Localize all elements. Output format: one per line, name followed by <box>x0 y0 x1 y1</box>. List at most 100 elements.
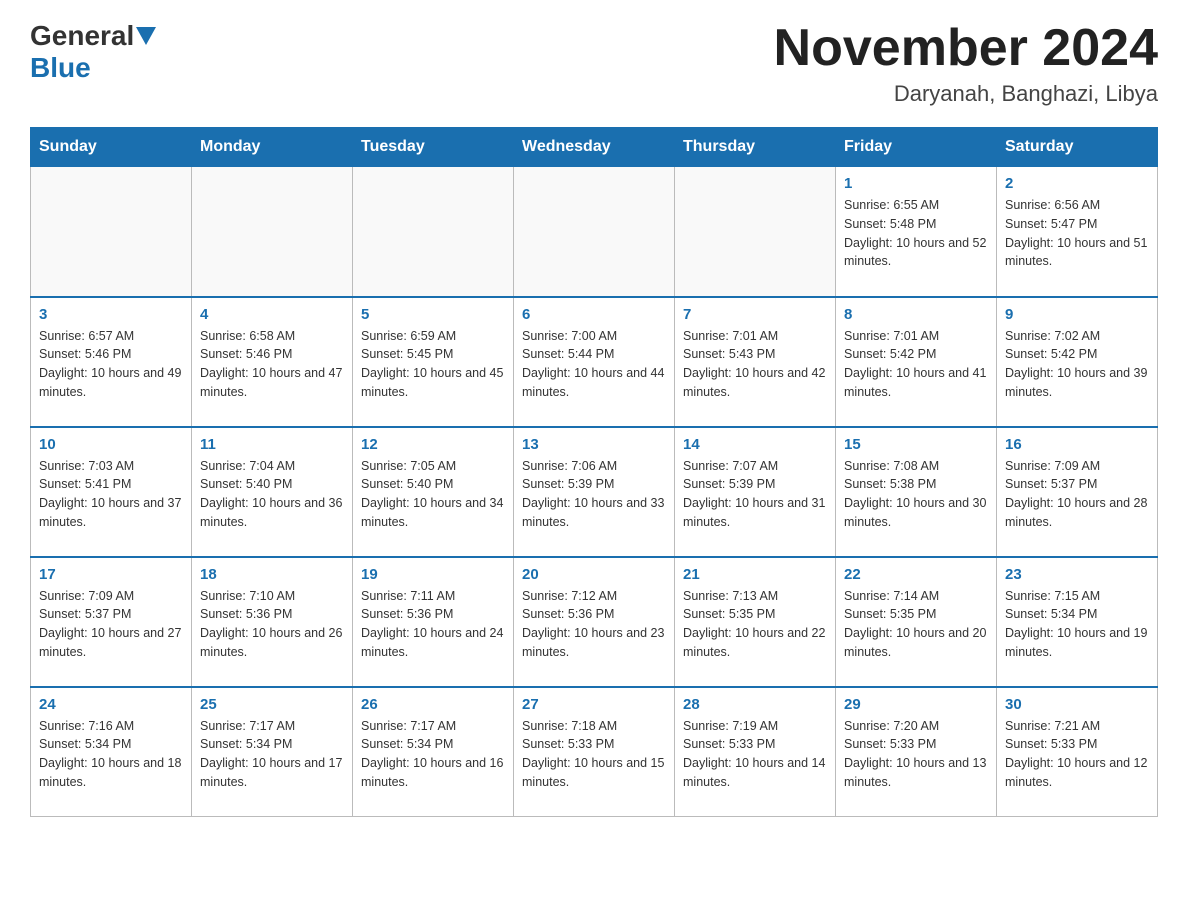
calendar-week-row: 17 Sunrise: 7:09 AMSunset: 5:37 PMDayligh… <box>31 557 1158 687</box>
calendar-cell: 24Sunrise: 7:16 AMSunset: 5:34 PMDayligh… <box>31 687 192 817</box>
calendar-cell: 13 Sunrise: 7:06 AMSunset: 5:39 PMDayligh… <box>514 427 675 557</box>
calendar-cell: 27 Sunrise: 7:18 AMSunset: 5:33 PMDayligh… <box>514 687 675 817</box>
calendar-header-row: SundayMondayTuesdayWednesdayThursdayFrid… <box>31 128 1158 167</box>
day-number: 30 <box>1005 696 1149 713</box>
title-block: November 2024 Daryanah, Banghazi, Libya <box>774 20 1158 107</box>
calendar-cell <box>353 167 514 297</box>
calendar-cell: 25 Sunrise: 7:17 AMSunset: 5:34 PMDayligh… <box>192 687 353 817</box>
day-info: Sunrise: 7:01 AMSunset: 5:43 PMDaylight:… <box>683 327 827 402</box>
day-number: 29 <box>844 696 988 713</box>
day-number: 15 <box>844 436 988 453</box>
calendar-cell: 8Sunrise: 7:01 AMSunset: 5:42 PMDaylight… <box>836 297 997 427</box>
day-number: 19 <box>361 566 505 583</box>
calendar-cell: 30 Sunrise: 7:21 AMSunset: 5:33 PMDayligh… <box>997 687 1158 817</box>
calendar-cell: 4 Sunrise: 6:58 AMSunset: 5:46 PMDaylight… <box>192 297 353 427</box>
day-of-week-sunday: Sunday <box>31 128 192 167</box>
day-info: Sunrise: 7:10 AMSunset: 5:36 PMDaylight:… <box>200 587 344 662</box>
calendar-cell: 12 Sunrise: 7:05 AMSunset: 5:40 PMDayligh… <box>353 427 514 557</box>
day-number: 6 <box>522 306 666 323</box>
day-number: 14 <box>683 436 827 453</box>
logo-blue-text: Blue <box>30 52 91 83</box>
calendar-week-row: 1 Sunrise: 6:55 AMSunset: 5:48 PMDaylight… <box>31 167 1158 297</box>
day-info: Sunrise: 6:55 AMSunset: 5:48 PMDaylight:… <box>844 196 988 271</box>
calendar-cell: 11Sunrise: 7:04 AMSunset: 5:40 PMDayligh… <box>192 427 353 557</box>
calendar-week-row: 3 Sunrise: 6:57 AMSunset: 5:46 PMDaylight… <box>31 297 1158 427</box>
calendar-cell: 6Sunrise: 7:00 AMSunset: 5:44 PMDaylight… <box>514 297 675 427</box>
day-info: Sunrise: 6:58 AMSunset: 5:46 PMDaylight:… <box>200 327 344 402</box>
calendar-cell: 2Sunrise: 6:56 AMSunset: 5:47 PMDaylight… <box>997 167 1158 297</box>
day-info: Sunrise: 7:21 AMSunset: 5:33 PMDaylight:… <box>1005 717 1149 792</box>
calendar-cell: 15 Sunrise: 7:08 AMSunset: 5:38 PMDayligh… <box>836 427 997 557</box>
calendar-cell <box>514 167 675 297</box>
calendar-cell: 20 Sunrise: 7:12 AMSunset: 5:36 PMDayligh… <box>514 557 675 687</box>
logo-arrow-icon <box>136 27 156 47</box>
calendar-cell: 10Sunrise: 7:03 AMSunset: 5:41 PMDayligh… <box>31 427 192 557</box>
day-number: 13 <box>522 436 666 453</box>
day-info: Sunrise: 7:17 AMSunset: 5:34 PMDaylight:… <box>361 717 505 792</box>
day-info: Sunrise: 7:09 AMSunset: 5:37 PMDaylight:… <box>39 587 183 662</box>
calendar-table: SundayMondayTuesdayWednesdayThursdayFrid… <box>30 127 1158 817</box>
day-number: 16 <box>1005 436 1149 453</box>
day-number: 20 <box>522 566 666 583</box>
calendar-cell: 22 Sunrise: 7:14 AMSunset: 5:35 PMDayligh… <box>836 557 997 687</box>
day-of-week-thursday: Thursday <box>675 128 836 167</box>
day-info: Sunrise: 7:06 AMSunset: 5:39 PMDaylight:… <box>522 457 666 532</box>
day-info: Sunrise: 7:09 AMSunset: 5:37 PMDaylight:… <box>1005 457 1149 532</box>
calendar-cell: 16 Sunrise: 7:09 AMSunset: 5:37 PMDayligh… <box>997 427 1158 557</box>
day-of-week-friday: Friday <box>836 128 997 167</box>
day-number: 27 <box>522 696 666 713</box>
calendar-cell: 18Sunrise: 7:10 AMSunset: 5:36 PMDayligh… <box>192 557 353 687</box>
day-info: Sunrise: 7:15 AMSunset: 5:34 PMDaylight:… <box>1005 587 1149 662</box>
calendar-cell: 26 Sunrise: 7:17 AMSunset: 5:34 PMDayligh… <box>353 687 514 817</box>
day-info: Sunrise: 7:13 AMSunset: 5:35 PMDaylight:… <box>683 587 827 662</box>
day-of-week-wednesday: Wednesday <box>514 128 675 167</box>
day-of-week-saturday: Saturday <box>997 128 1158 167</box>
day-number: 5 <box>361 306 505 323</box>
calendar-cell: 5 Sunrise: 6:59 AMSunset: 5:45 PMDaylight… <box>353 297 514 427</box>
day-number: 23 <box>1005 566 1149 583</box>
day-info: Sunrise: 7:07 AMSunset: 5:39 PMDaylight:… <box>683 457 827 532</box>
day-info: Sunrise: 7:16 AMSunset: 5:34 PMDaylight:… <box>39 717 183 792</box>
day-info: Sunrise: 7:12 AMSunset: 5:36 PMDaylight:… <box>522 587 666 662</box>
location-subtitle: Daryanah, Banghazi, Libya <box>774 81 1158 107</box>
day-info: Sunrise: 6:59 AMSunset: 5:45 PMDaylight:… <box>361 327 505 402</box>
day-number: 3 <box>39 306 183 323</box>
day-info: Sunrise: 7:11 AMSunset: 5:36 PMDaylight:… <box>361 587 505 662</box>
calendar-week-row: 24Sunrise: 7:16 AMSunset: 5:34 PMDayligh… <box>31 687 1158 817</box>
calendar-week-row: 10Sunrise: 7:03 AMSunset: 5:41 PMDayligh… <box>31 427 1158 557</box>
day-info: Sunrise: 6:57 AMSunset: 5:46 PMDaylight:… <box>39 327 183 402</box>
day-number: 25 <box>200 696 344 713</box>
calendar-cell: 23 Sunrise: 7:15 AMSunset: 5:34 PMDayligh… <box>997 557 1158 687</box>
day-info: Sunrise: 7:17 AMSunset: 5:34 PMDaylight:… <box>200 717 344 792</box>
calendar-cell <box>675 167 836 297</box>
day-number: 12 <box>361 436 505 453</box>
day-number: 28 <box>683 696 827 713</box>
logo-general-text: General <box>30 20 134 52</box>
logo: General Blue <box>30 20 156 84</box>
day-number: 22 <box>844 566 988 583</box>
day-number: 11 <box>200 436 344 453</box>
day-info: Sunrise: 7:05 AMSunset: 5:40 PMDaylight:… <box>361 457 505 532</box>
calendar-cell: 3 Sunrise: 6:57 AMSunset: 5:46 PMDaylight… <box>31 297 192 427</box>
day-info: Sunrise: 6:56 AMSunset: 5:47 PMDaylight:… <box>1005 196 1149 271</box>
calendar-cell: 1 Sunrise: 6:55 AMSunset: 5:48 PMDaylight… <box>836 167 997 297</box>
day-number: 17 <box>39 566 183 583</box>
day-number: 1 <box>844 175 988 192</box>
calendar-cell: 29Sunrise: 7:20 AMSunset: 5:33 PMDayligh… <box>836 687 997 817</box>
calendar-cell: 28 Sunrise: 7:19 AMSunset: 5:33 PMDayligh… <box>675 687 836 817</box>
day-number: 21 <box>683 566 827 583</box>
calendar-cell: 14 Sunrise: 7:07 AMSunset: 5:39 PMDayligh… <box>675 427 836 557</box>
month-title: November 2024 <box>774 20 1158 77</box>
day-info: Sunrise: 7:02 AMSunset: 5:42 PMDaylight:… <box>1005 327 1149 402</box>
day-info: Sunrise: 7:08 AMSunset: 5:38 PMDaylight:… <box>844 457 988 532</box>
calendar-cell: 7Sunrise: 7:01 AMSunset: 5:43 PMDaylight… <box>675 297 836 427</box>
day-info: Sunrise: 7:19 AMSunset: 5:33 PMDaylight:… <box>683 717 827 792</box>
day-of-week-monday: Monday <box>192 128 353 167</box>
day-info: Sunrise: 7:18 AMSunset: 5:33 PMDaylight:… <box>522 717 666 792</box>
day-number: 4 <box>200 306 344 323</box>
calendar-cell: 9Sunrise: 7:02 AMSunset: 5:42 PMDaylight… <box>997 297 1158 427</box>
day-number: 26 <box>361 696 505 713</box>
day-info: Sunrise: 7:14 AMSunset: 5:35 PMDaylight:… <box>844 587 988 662</box>
calendar-cell: 21 Sunrise: 7:13 AMSunset: 5:35 PMDayligh… <box>675 557 836 687</box>
calendar-cell <box>192 167 353 297</box>
